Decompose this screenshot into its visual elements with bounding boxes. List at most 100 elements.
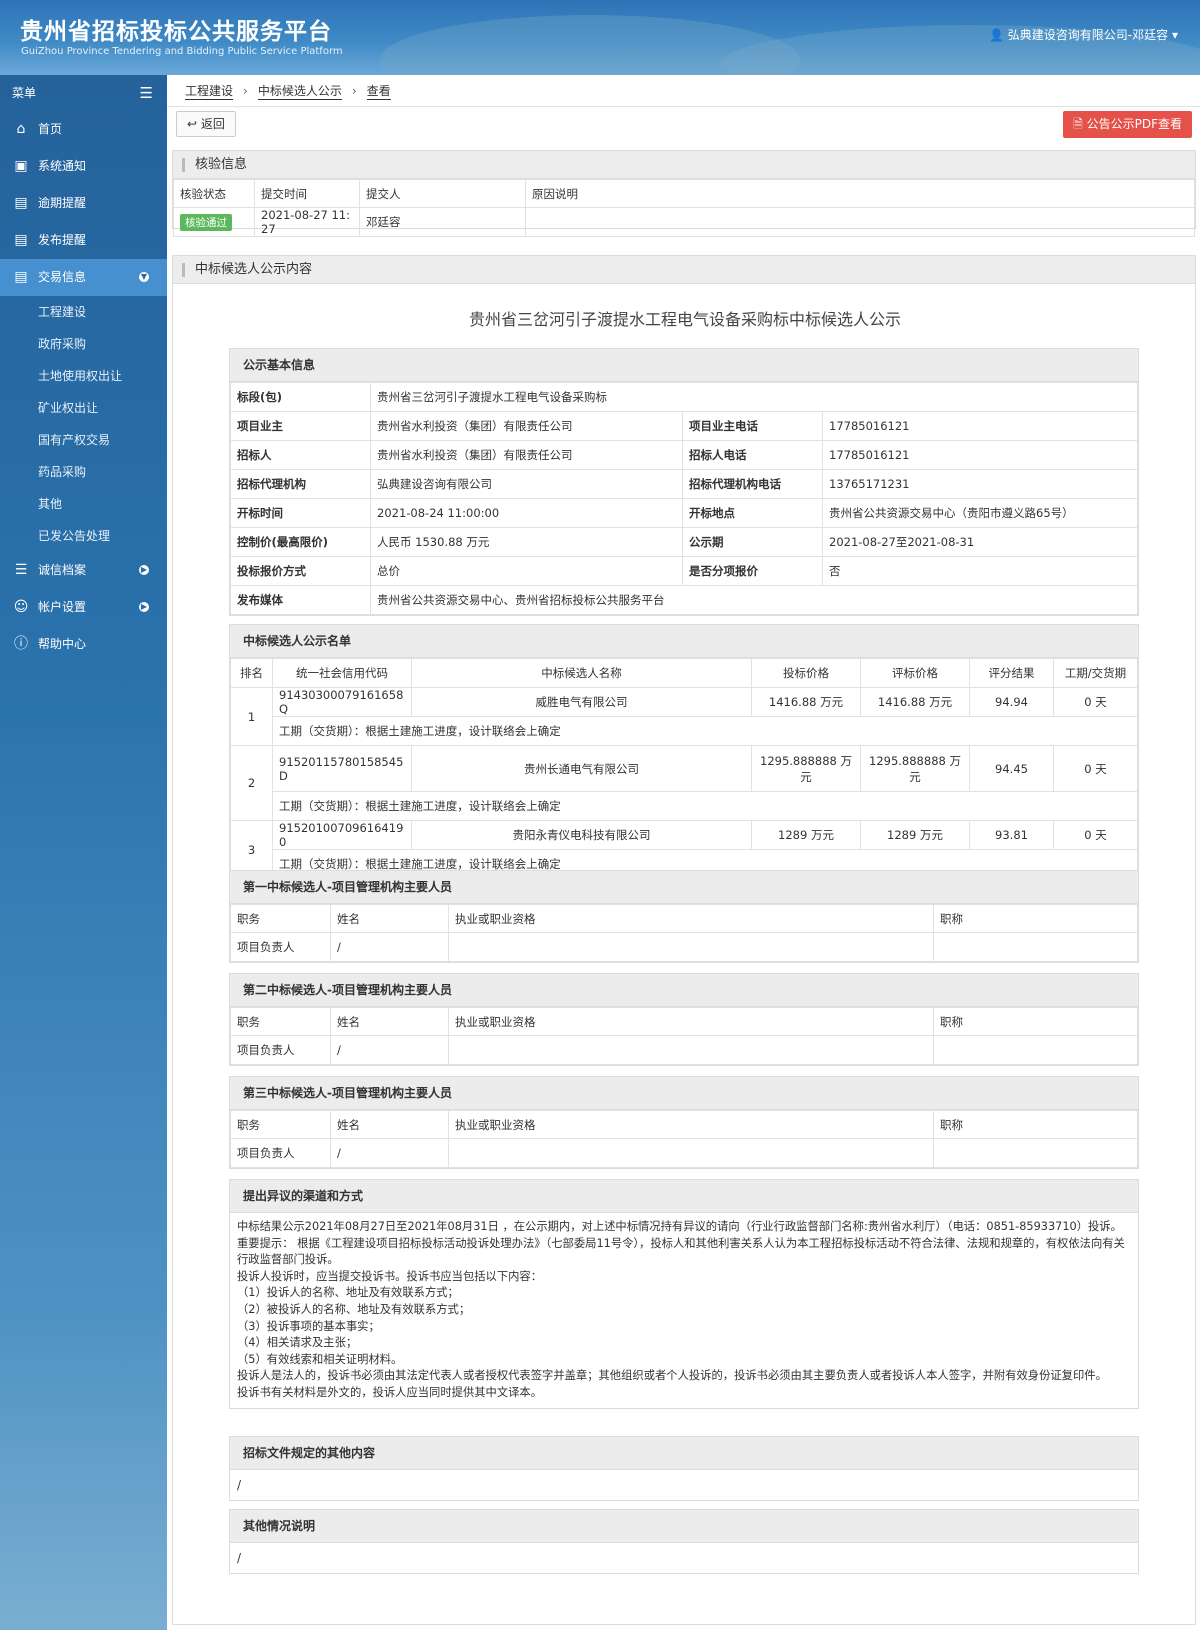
qualification — [448, 932, 934, 962]
field-value: 否 — [822, 556, 1138, 586]
bid-price: 1416.88 万元 — [751, 687, 861, 717]
field-value: 2021-08-27至2021-08-31 — [822, 527, 1138, 557]
role: 项目负责人 — [230, 932, 331, 962]
section-title: 第三中标候选人-项目管理机构主要人员 — [230, 1077, 1138, 1110]
field-value: 总价 — [370, 556, 683, 586]
score: 93.81 — [969, 820, 1054, 850]
objection-section: 提出异议的渠道和方式 中标结果公示2021年08月27日至2021年08月31日… — [229, 1179, 1139, 1409]
notice-icon: ▤ — [14, 269, 28, 285]
document-title: 贵州省三岔河引子渡提水工程电气设备采购标中标候选人公示 — [468, 310, 901, 329]
sidebar-item-overdue[interactable]: ▤ 逾期提醒 — [0, 185, 167, 222]
sidebar-sub-government-procurement[interactable]: 政府采购 — [0, 328, 167, 360]
sidebar-item-label: 帮助中心 — [38, 637, 87, 651]
monitor-icon: ▣ — [14, 158, 28, 174]
sidebar-sub-other[interactable]: 其他 — [0, 488, 167, 520]
candidate-name: 威胜电气有限公司 — [411, 687, 752, 717]
person-name: / — [330, 932, 449, 962]
sidebar-item-label: 首页 — [38, 122, 63, 136]
sidebar-item-label: 帐户设置 — [38, 600, 87, 614]
sidebar: 菜单 ☰ ⌂ 首页 ▣ 系统通知 ▤ 逾期提醒 ▤ 发布提醒 ▤ 交易信息 ▼ 工程建设 政… — [0, 75, 167, 1630]
field-label: 标段(包) — [230, 382, 371, 412]
user-menu[interactable]: 👤 弘典建设咨询有限公司-邓廷容 ▾ — [989, 26, 1178, 43]
role: 项目负责人 — [230, 1035, 331, 1065]
check-header: 核验状态 — [173, 179, 255, 208]
content-panel-title: 中标候选人公示内容 — [173, 256, 1195, 284]
pdf-label: 公告公示PDF查看 — [1086, 117, 1182, 131]
column-header: 姓名 — [330, 1110, 449, 1139]
chevron-right-icon: ▶ — [139, 602, 149, 612]
pdf-icon: 🗎 — [1073, 117, 1083, 131]
user-icon: 👤 — [989, 28, 1004, 42]
field-value: 2021-08-24 11:00:00 — [370, 498, 683, 528]
sidebar-item-label: 交易信息 — [38, 270, 87, 284]
sidebar-item-help[interactable]: ⓘ 帮助中心 — [0, 626, 167, 663]
sidebar-sub-drugs[interactable]: 药品采购 — [0, 456, 167, 488]
pm-section-1: 第一中标候选人-项目管理机构主要人员 职务 姓名 执业或职业资格 职称 项目负责人 / — [229, 870, 1139, 963]
breadcrumb: 工程建设 › 中标候选人公示 › 查看 — [167, 75, 1200, 107]
sidebar-item-home[interactable]: ⌂ 首页 — [0, 111, 167, 148]
period-note: 工期（交货期）：根据土建施工进度，设计联络会上确定 — [272, 791, 1138, 821]
section-title: 其他情况说明 — [230, 1510, 1138, 1543]
objection-line: 投诉人投诉时，应当提交投诉书。投诉书应当包括以下内容： — [237, 1269, 543, 1283]
check-header: 提交人 — [359, 179, 526, 208]
sidebar-item-publish[interactable]: ▤ 发布提醒 — [0, 222, 167, 259]
eval-price: 1295.888888 万元 — [860, 745, 970, 792]
objection-line: （3）投诉事项的基本事实； — [237, 1319, 380, 1333]
pdf-view-button[interactable]: 🗎 公告公示PDF查看 — [1063, 111, 1192, 138]
chevron-right-icon: › — [243, 84, 248, 98]
section-title: 第二中标候选人-项目管理机构主要人员 — [230, 974, 1138, 1007]
field-value: 17785016121 — [822, 440, 1138, 470]
back-button[interactable]: ↩ 返回 — [176, 111, 236, 137]
toolbar: ↩ 返回 🗎 公告公示PDF查看 — [167, 107, 1200, 143]
candidate-name: 贵阳永青仪电科技有限公司 — [411, 820, 752, 850]
column-header: 执业或职业资格 — [448, 1007, 934, 1036]
credit-code: 915201007096164190 — [272, 820, 412, 850]
title — [933, 1035, 1138, 1065]
period: 0 天 — [1053, 745, 1138, 792]
check-panel-title: 核验信息 — [173, 151, 1195, 179]
breadcrumb-engineering[interactable]: 工程建设 — [185, 83, 234, 100]
column-header: 评分结果 — [969, 658, 1054, 688]
column-header: 职务 — [230, 1007, 331, 1036]
sidebar-sub-mining[interactable]: 矿业权出让 — [0, 392, 167, 424]
sidebar-item-system-notice[interactable]: ▣ 系统通知 — [0, 148, 167, 185]
sidebar-item-label: 逾期提醒 — [38, 196, 87, 210]
role: 项目负责人 — [230, 1138, 331, 1168]
list-icon: ☰ — [14, 562, 28, 578]
pm-table: 职务 姓名 执业或职业资格 职称 项目负责人 / — [230, 1110, 1138, 1168]
back-icon: ↩ — [187, 117, 198, 131]
objection-line: （5）有效线索和相关证明材料。 — [237, 1352, 403, 1366]
main-content: 工程建设 › 中标候选人公示 › 查看 ↩ 返回 🗎 公告公示PDF查看 核验信息 核验… — [167, 75, 1200, 1630]
column-header: 投标价格 — [751, 658, 861, 688]
field-value: 贵州省水利投资（集团）有限责任公司 — [370, 440, 683, 470]
eval-price: 1289 万元 — [860, 820, 970, 850]
sidebar-item-account[interactable]: ☺ 帐户设置 ▶ — [0, 589, 167, 626]
field-label: 开标时间 — [230, 498, 371, 528]
pm-section-3: 第三中标候选人-项目管理机构主要人员 职务 姓名 执业或职业资格 职称 项目负责人 / — [229, 1076, 1139, 1169]
sidebar-sub-state-assets[interactable]: 国有产权交易 — [0, 424, 167, 456]
sidebar-sub-published[interactable]: 已发公告处理 — [0, 520, 167, 552]
pm-table: 职务 姓名 执业或职业资格 职称 项目负责人 / — [230, 1007, 1138, 1065]
column-header: 姓名 — [330, 1007, 449, 1036]
sidebar-sub-engineering[interactable]: 工程建设 — [0, 296, 167, 328]
qualification — [448, 1138, 934, 1168]
bid-price: 1289 万元 — [751, 820, 861, 850]
sidebar-item-trade-info[interactable]: ▤ 交易信息 ▼ — [0, 259, 167, 296]
column-header: 执业或职业资格 — [448, 904, 934, 933]
hamburger-icon[interactable]: ☰ — [140, 75, 153, 111]
back-label: 返回 — [200, 117, 225, 131]
objection-line: （2）被投诉人的名称、地址及有效联系方式； — [237, 1302, 471, 1316]
sidebar-sub-land-use[interactable]: 土地使用权出让 — [0, 360, 167, 392]
sidebar-item-label: 发布提醒 — [38, 233, 87, 247]
eval-price: 1416.88 万元 — [860, 687, 970, 717]
field-label: 招标代理机构电话 — [682, 469, 823, 499]
table-row: 2 91520115780158545D 贵州长通电气有限公司 1295.888… — [230, 745, 1138, 821]
platform-title: 贵州省招标投标公共服务平台 — [20, 19, 332, 45]
sidebar-item-credit[interactable]: ☰ 诚信档案 ▶ — [0, 552, 167, 589]
column-header: 工期/交货期 — [1053, 658, 1138, 688]
title — [933, 932, 1138, 962]
section-title: 提出异议的渠道和方式 — [230, 1180, 1138, 1213]
check-table: 核验状态 提交时间 提交人 原因说明 核验通过 2021-08-27 11:27… — [173, 179, 1195, 237]
breadcrumb-candidate-notice[interactable]: 中标候选人公示 — [257, 83, 342, 100]
caret-down-icon: ▾ — [1171, 28, 1178, 42]
